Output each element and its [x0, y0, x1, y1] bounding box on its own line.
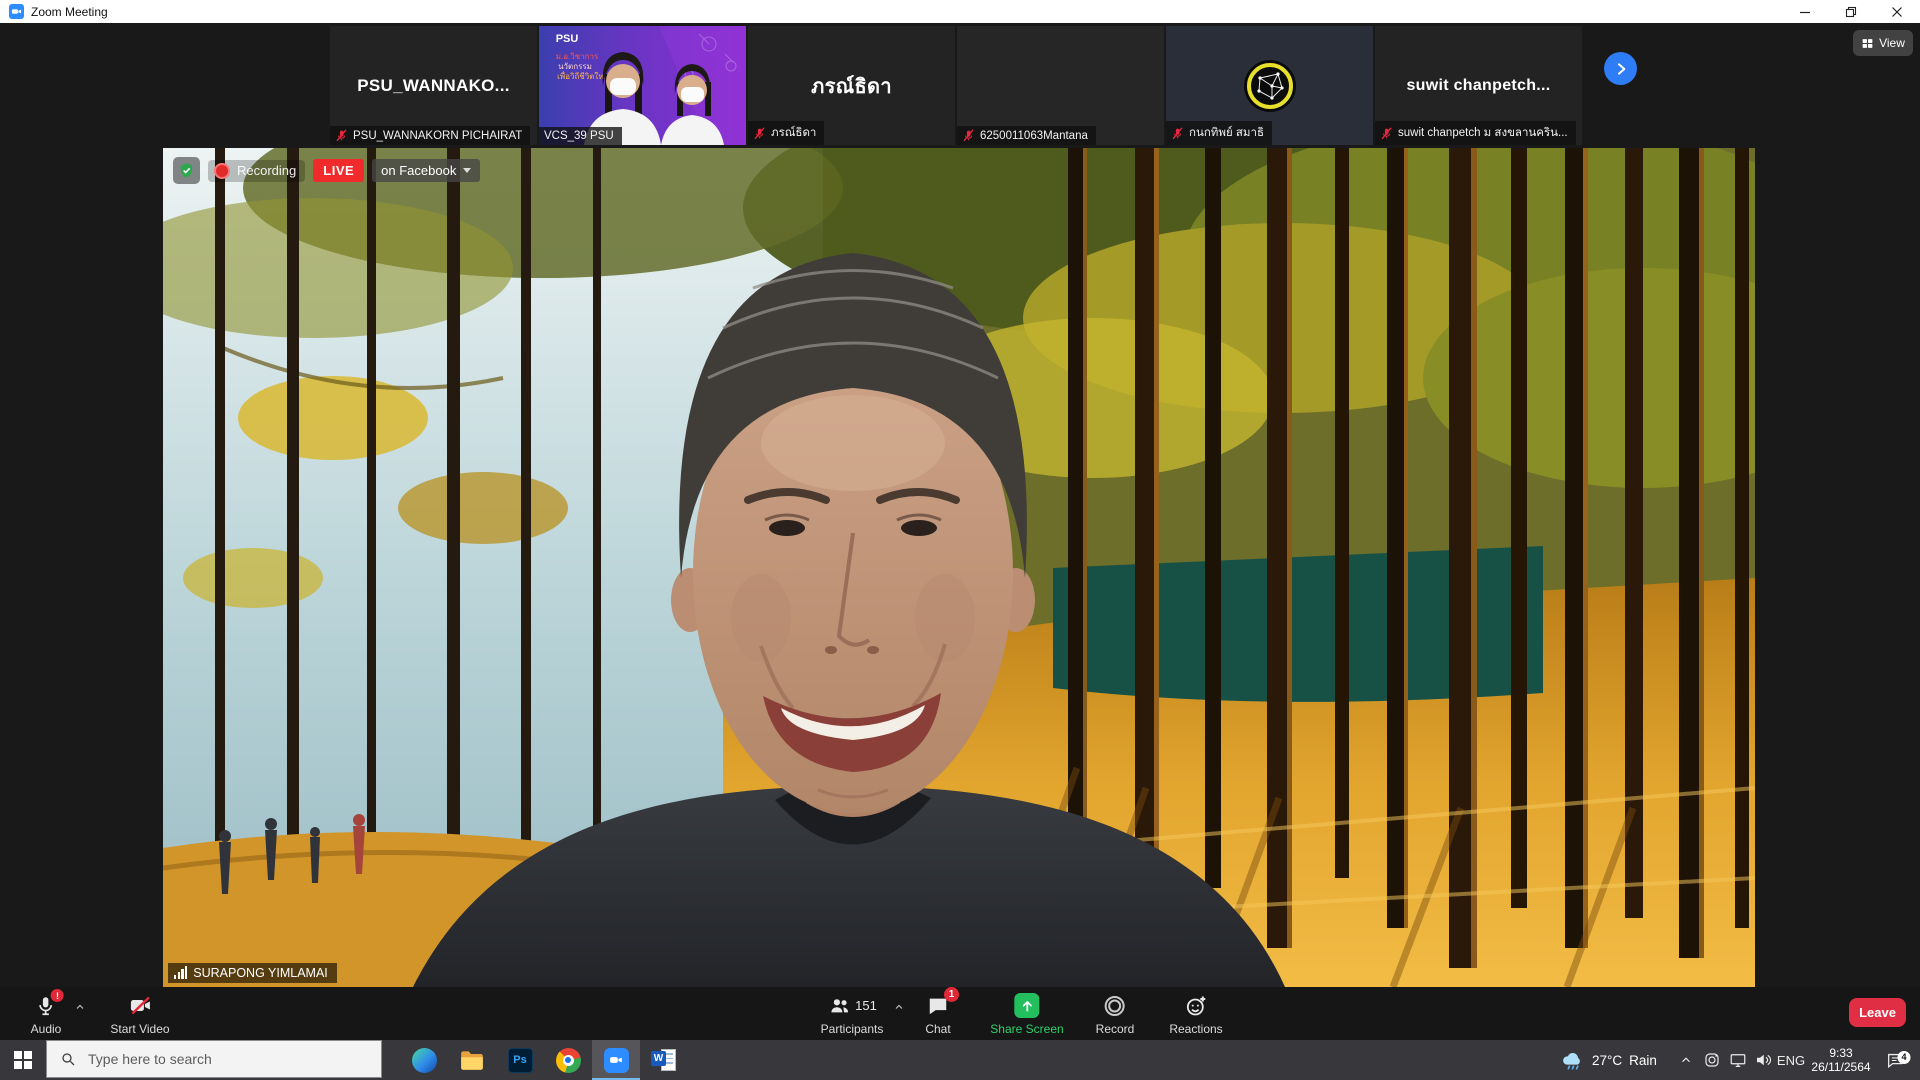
taskbar-app-chrome[interactable] [544, 1040, 592, 1080]
mic-muted-icon [1171, 127, 1184, 140]
svg-text:PSU: PSU [556, 33, 579, 45]
tray-network-icon[interactable] [1729, 1040, 1747, 1080]
svg-text:เพื่อวิถีชีวิตใหม่: เพื่อวิถีชีวิตใหม่ [557, 70, 609, 81]
grid-view-icon [1861, 37, 1874, 50]
participants-options-chevron[interactable] [893, 1000, 905, 1018]
window-title: Zoom Meeting [31, 5, 108, 19]
leave-button[interactable]: Leave [1849, 998, 1906, 1027]
live-destination-dropdown[interactable]: on Facebook [372, 159, 480, 182]
svg-text:ม.อ.วิชาการ: ม.อ.วิชาการ [556, 52, 599, 61]
audio-alert-badge: ! [51, 989, 64, 1002]
zoom-icon [604, 1048, 629, 1073]
taskbar-app-word[interactable]: W [640, 1040, 688, 1080]
thumbnail-psu-wannakorn[interactable]: PSU_WANNAKO... PSU_WANNAKORN PICHAIRAT [330, 26, 537, 145]
svg-text:นวัตกรรม: นวัตกรรม [558, 62, 592, 71]
virtual-background-scene [163, 148, 1755, 987]
participant-label: กนกทิพย์ สมาธิ [1166, 121, 1272, 145]
audio-level-icon [174, 966, 187, 980]
thumbnail-kanoktip[interactable]: กนกทิพย์ สมาธิ [1166, 26, 1373, 145]
clock-time: 9:33 [1829, 1046, 1852, 1060]
participant-label: VCS_39 PSU [539, 127, 622, 145]
participants-button[interactable]: 151 Participants [821, 987, 884, 1046]
photoshop-icon: Ps [508, 1048, 533, 1073]
taskbar-clock[interactable]: 9:33 26/11/2564 [1808, 1040, 1874, 1080]
active-speaker-video[interactable]: Recording LIVE on Facebook SURAPONG YIML… [163, 148, 1755, 987]
minimize-button[interactable] [1782, 0, 1828, 23]
chat-unread-badge: 1 [944, 987, 959, 1002]
live-badge: LIVE [313, 159, 364, 182]
file-explorer-icon [459, 1047, 485, 1073]
participants-icon [827, 995, 851, 1017]
reactions-button[interactable]: Reactions [1169, 987, 1222, 1046]
participant-label: PSU_WANNAKORN PICHAIRAT [330, 126, 530, 145]
tray-volume-icon[interactable] [1754, 1040, 1772, 1080]
start-video-button[interactable]: Start Video [110, 987, 169, 1046]
tray-language-indicator[interactable]: ENG [1777, 1040, 1805, 1080]
security-shield-icon [178, 162, 195, 179]
start-button[interactable] [0, 1040, 46, 1080]
chevron-down-icon [463, 168, 471, 173]
reactions-smiley-icon [1184, 994, 1208, 1018]
taskbar-app-zoom-active[interactable] [592, 1040, 640, 1080]
recording-indicator: Recording [208, 160, 305, 182]
speaker-name-tag: SURAPONG YIMLAMAI [168, 963, 337, 983]
thumbnail-pornthida[interactable]: ภรณ์ธิดา ภรณ์ธิดา [748, 26, 955, 145]
share-screen-icon [1014, 993, 1039, 1018]
taskbar-app-file-explorer[interactable] [448, 1040, 496, 1080]
weather-condition: Rain [1629, 1053, 1657, 1068]
thumbnail-mantana[interactable]: 6250011063Mantana [957, 26, 1164, 145]
next-participants-page-button[interactable] [1604, 52, 1637, 85]
search-icon [60, 1051, 76, 1067]
share-screen-button[interactable]: Share Screen [990, 987, 1063, 1046]
mic-muted-icon [753, 127, 766, 140]
participant-thumbnail-strip: PSU_WANNAKO... PSU_WANNAKORN PICHAIRAT P… [0, 23, 1920, 148]
thumbnail-vcs39-psu[interactable]: PSU ม.อ.วิชาการ นวัตกรรม เพื่อวิถีชีวิตใ… [539, 26, 746, 145]
tray-meet-now-icon[interactable] [1703, 1040, 1721, 1080]
weather-temp: 27°C [1592, 1053, 1622, 1068]
windows-taskbar: Ps W 27°C Rain [0, 1040, 1920, 1080]
participant-label: 6250011063Mantana [957, 126, 1096, 145]
clock-date: 26/11/2564 [1811, 1060, 1870, 1074]
zoom-meeting-window: Zoom Meeting PSU_WANNAKO... PSU_WANNAKOR… [0, 0, 1920, 1080]
taskbar-app-photoshop[interactable]: Ps [496, 1040, 544, 1080]
windows-logo-icon [14, 1051, 32, 1069]
close-button[interactable] [1874, 0, 1920, 23]
chevron-right-icon [1613, 61, 1629, 77]
view-button[interactable]: View [1853, 30, 1913, 56]
mic-muted-icon [335, 129, 348, 142]
audio-button[interactable]: ! Audio [31, 987, 62, 1046]
restore-button[interactable] [1828, 0, 1874, 23]
recording-dot-icon [214, 163, 230, 179]
edge-icon [412, 1048, 437, 1073]
taskbar-search[interactable] [46, 1040, 382, 1078]
mic-muted-icon [1380, 127, 1393, 140]
camera-off-icon [128, 994, 152, 1018]
chat-button[interactable]: 1 Chat [925, 987, 951, 1046]
mic-muted-icon [962, 129, 975, 142]
audio-options-chevron[interactable] [74, 1000, 86, 1018]
taskbar-app-edge[interactable] [400, 1040, 448, 1080]
word-icon: W [651, 1047, 677, 1073]
window-titlebar: Zoom Meeting [0, 0, 1920, 23]
meeting-info-shield-button[interactable] [173, 157, 200, 184]
participant-label: ภรณ์ธิดา [748, 121, 824, 145]
record-icon [1103, 994, 1127, 1018]
notification-count-badge: 4 [1898, 1051, 1911, 1064]
participant-label: suwit chanpetch ม สงขลานคริน... [1375, 121, 1576, 145]
thumbnail-suwit[interactable]: suwit chanpetch... suwit chanpetch ม สงข… [1375, 26, 1582, 145]
action-center-button[interactable]: 4 [1886, 1040, 1905, 1080]
rain-cloud-icon [1560, 1048, 1585, 1073]
taskbar-weather[interactable]: 27°C Rain [1560, 1040, 1657, 1080]
record-button[interactable]: Record [1096, 987, 1135, 1046]
chrome-icon [556, 1048, 581, 1073]
search-input[interactable] [86, 1050, 360, 1068]
meeting-toolbar: ! Audio Start Video 151 Participants [0, 987, 1920, 1040]
tray-hidden-icons-chevron[interactable] [1679, 1040, 1693, 1080]
participants-count: 151 [855, 998, 877, 1013]
zoom-app-icon [9, 4, 24, 19]
